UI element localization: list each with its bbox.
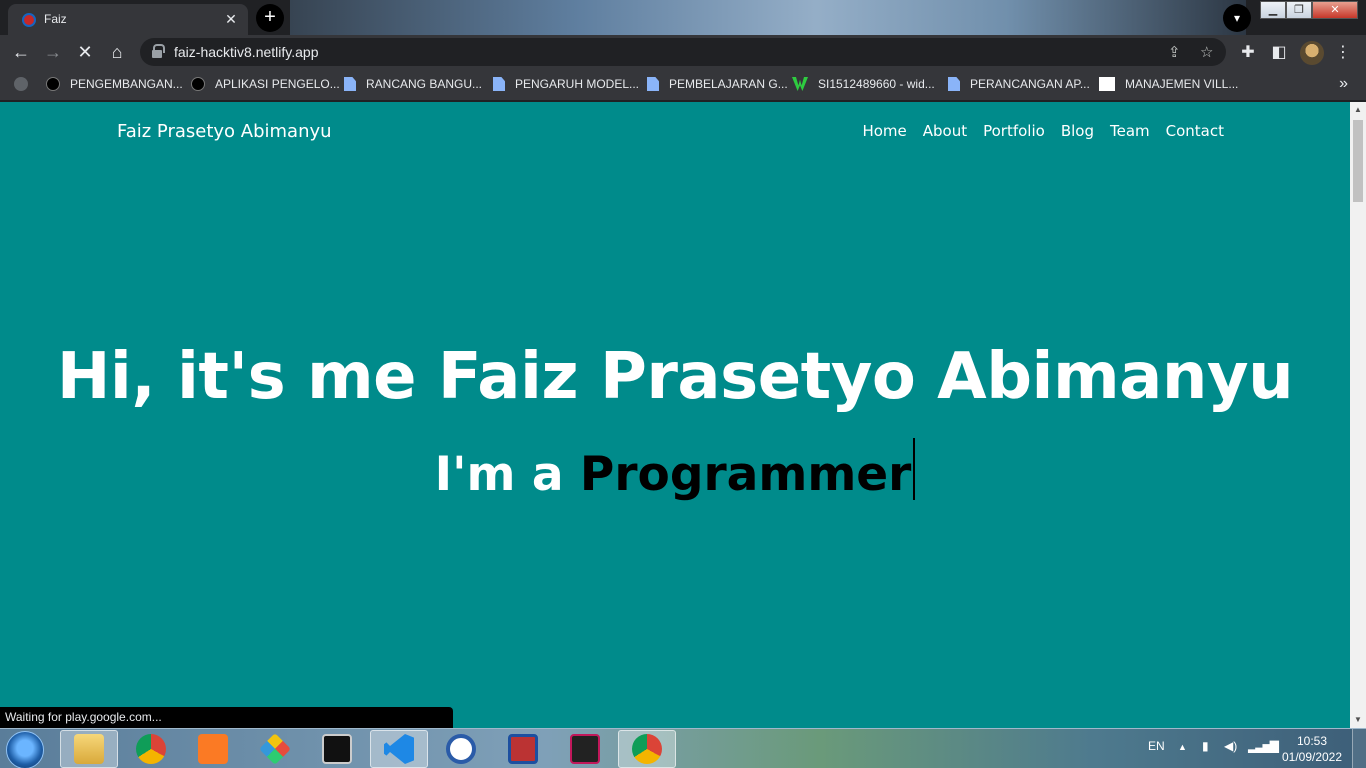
taskbar-xampp[interactable] bbox=[184, 730, 242, 768]
web-page: Faiz Prasetyo Abimanyu Home About Portfo… bbox=[0, 102, 1350, 728]
bookmark-item[interactable]: APLIKASI PENGELO... bbox=[191, 77, 340, 91]
bookmark-item[interactable]: PERANCANGAN AP... bbox=[948, 77, 1090, 91]
tab-favicon-icon bbox=[22, 13, 36, 27]
share-icon[interactable]: ⇪ bbox=[1168, 43, 1181, 61]
desktop-wallpaper-strip bbox=[290, 0, 1246, 35]
folder-icon bbox=[74, 734, 104, 764]
bookmarks-bar: PENGEMBANGAN... APLIKASI PENGELO... RANC… bbox=[0, 69, 1366, 101]
vscode-icon bbox=[384, 734, 414, 764]
taskbar-cmd[interactable] bbox=[308, 730, 366, 768]
system-clock[interactable]: 10:53 01/09/2022 bbox=[1280, 733, 1344, 765]
nav-team[interactable]: Team bbox=[1110, 122, 1150, 140]
battery-icon[interactable]: ▮ bbox=[1202, 739, 1209, 753]
profile-avatar[interactable] bbox=[1300, 41, 1324, 65]
side-panel-icon[interactable]: ◧ bbox=[1268, 42, 1290, 62]
nav-about[interactable]: About bbox=[923, 122, 967, 140]
page-scrollbar[interactable]: ▲ ▼ bbox=[1350, 102, 1366, 728]
hero-title: Hi, it's me Faiz Prasetyo Abimanyu bbox=[56, 340, 1294, 414]
typing-caret bbox=[913, 438, 916, 500]
tab-search-button[interactable]: ▾ bbox=[1223, 4, 1251, 32]
bookmark-favicon-icon bbox=[792, 77, 808, 91]
browser-toolbar: ← → ✕ ⌂ faiz-hacktiv8.netlify.app ⇪ ☆ ✚ … bbox=[0, 35, 1366, 69]
network-signal-icon[interactable]: ▂▃▅▇ bbox=[1248, 739, 1279, 753]
document-icon bbox=[948, 77, 960, 91]
taskbar-explorer[interactable] bbox=[60, 730, 118, 768]
volume-icon[interactable]: ◀) bbox=[1224, 739, 1237, 753]
taskbar-app-red[interactable] bbox=[556, 730, 614, 768]
nav-portfolio[interactable]: Portfolio bbox=[983, 122, 1045, 140]
tab-close-icon[interactable]: ✕ bbox=[222, 10, 240, 28]
stop-loading-icon[interactable]: ✕ bbox=[74, 41, 96, 63]
terminal-icon bbox=[322, 734, 352, 764]
status-bubble: Waiting for play.google.com... bbox=[0, 707, 453, 728]
browser-tab[interactable]: Faiz ✕ bbox=[8, 4, 248, 35]
clock-date: 01/09/2022 bbox=[1281, 750, 1343, 764]
bookmark-item[interactable]: PENGARUH MODEL... bbox=[493, 77, 639, 91]
nav-home[interactable]: Home bbox=[862, 122, 906, 140]
clock-time: 10:53 bbox=[1296, 734, 1328, 748]
nav-blog[interactable]: Blog bbox=[1061, 122, 1094, 140]
restore-button[interactable]: ❐ bbox=[1286, 1, 1312, 19]
scroll-up-icon[interactable]: ▲ bbox=[1350, 102, 1366, 118]
windows-taskbar: EN ▲ ▮ ◀) ▂▃▅▇ 10:53 01/09/2022 bbox=[0, 728, 1366, 768]
w-app-icon bbox=[446, 734, 476, 764]
taskbar-app-w[interactable] bbox=[432, 730, 490, 768]
hero-prefix: I'm a bbox=[434, 447, 580, 502]
bookmark-item[interactable]: PENGEMBANGAN... bbox=[46, 77, 183, 91]
back-arrow-icon[interactable]: ← bbox=[10, 41, 32, 63]
close-window-button[interactable]: ✕ bbox=[1312, 1, 1358, 19]
window-controls: ▁ ❐ ✕ bbox=[1260, 1, 1358, 19]
bookmark-star-icon[interactable]: ☆ bbox=[1200, 43, 1213, 61]
hero-subtitle: I'm a Programmer bbox=[0, 438, 1350, 502]
language-indicator[interactable]: EN bbox=[1148, 739, 1165, 753]
lock-icon[interactable] bbox=[152, 44, 165, 58]
extensions-puzzle-icon[interactable]: ✚ bbox=[1237, 42, 1259, 62]
taskbar-filezilla[interactable] bbox=[494, 730, 552, 768]
url-text[interactable]: faiz-hacktiv8.netlify.app bbox=[174, 44, 318, 60]
scrollbar-thumb[interactable] bbox=[1353, 120, 1363, 202]
tab-title: Faiz bbox=[44, 12, 67, 26]
show-desktop-button[interactable] bbox=[1352, 729, 1366, 768]
hero-role-typed: Programmer bbox=[579, 447, 912, 502]
document-icon bbox=[647, 77, 659, 91]
bookmark-item[interactable]: SI1512489660 - wid... bbox=[792, 77, 935, 91]
document-icon bbox=[344, 77, 356, 91]
site-brand[interactable]: Faiz Prasetyo Abimanyu bbox=[117, 121, 332, 142]
bookmark-item[interactable]: RANCANG BANGU... bbox=[344, 77, 482, 91]
bookmark-item[interactable]: PEMBELAJARAN G... bbox=[647, 77, 788, 91]
new-tab-button[interactable]: + bbox=[256, 4, 284, 32]
apps-globe-icon[interactable] bbox=[14, 77, 38, 91]
git-diamond-icon bbox=[259, 733, 291, 765]
address-bar[interactable]: faiz-hacktiv8.netlify.app ⇪ ☆ bbox=[140, 38, 1226, 66]
scroll-down-icon[interactable]: ▼ bbox=[1350, 712, 1366, 728]
show-hidden-icons[interactable]: ▲ bbox=[1178, 742, 1187, 752]
chrome-icon bbox=[632, 734, 662, 764]
filezilla-icon bbox=[508, 734, 538, 764]
chrome-icon bbox=[136, 734, 166, 764]
bookmark-favicon-icon bbox=[46, 77, 60, 91]
document-icon bbox=[493, 77, 505, 91]
minimize-button[interactable]: ▁ bbox=[1260, 1, 1286, 19]
menu-kebab-icon[interactable]: ⋮ bbox=[1332, 42, 1354, 62]
forward-arrow-icon[interactable]: → bbox=[42, 41, 64, 63]
bookmark-favicon-icon bbox=[1099, 77, 1115, 91]
taskbar-chrome[interactable] bbox=[122, 730, 180, 768]
shield-app-icon bbox=[570, 734, 600, 764]
nav-contact[interactable]: Contact bbox=[1166, 122, 1224, 140]
home-icon[interactable]: ⌂ bbox=[106, 41, 128, 63]
taskbar-git[interactable] bbox=[246, 730, 304, 768]
site-nav: Home About Portfolio Blog Team Contact bbox=[862, 122, 1224, 140]
taskbar-chrome-active[interactable] bbox=[618, 730, 676, 768]
start-button[interactable] bbox=[6, 731, 44, 768]
more-bookmarks-icon[interactable]: » bbox=[1339, 75, 1348, 93]
tab-strip: Faiz ✕ + ▾ ▁ ❐ ✕ bbox=[0, 0, 1366, 35]
bookmark-favicon-icon bbox=[191, 77, 205, 91]
taskbar-vscode[interactable] bbox=[370, 730, 428, 768]
xampp-icon bbox=[198, 734, 228, 764]
bookmark-item[interactable]: MANAJEMEN VILL... bbox=[1099, 77, 1238, 91]
